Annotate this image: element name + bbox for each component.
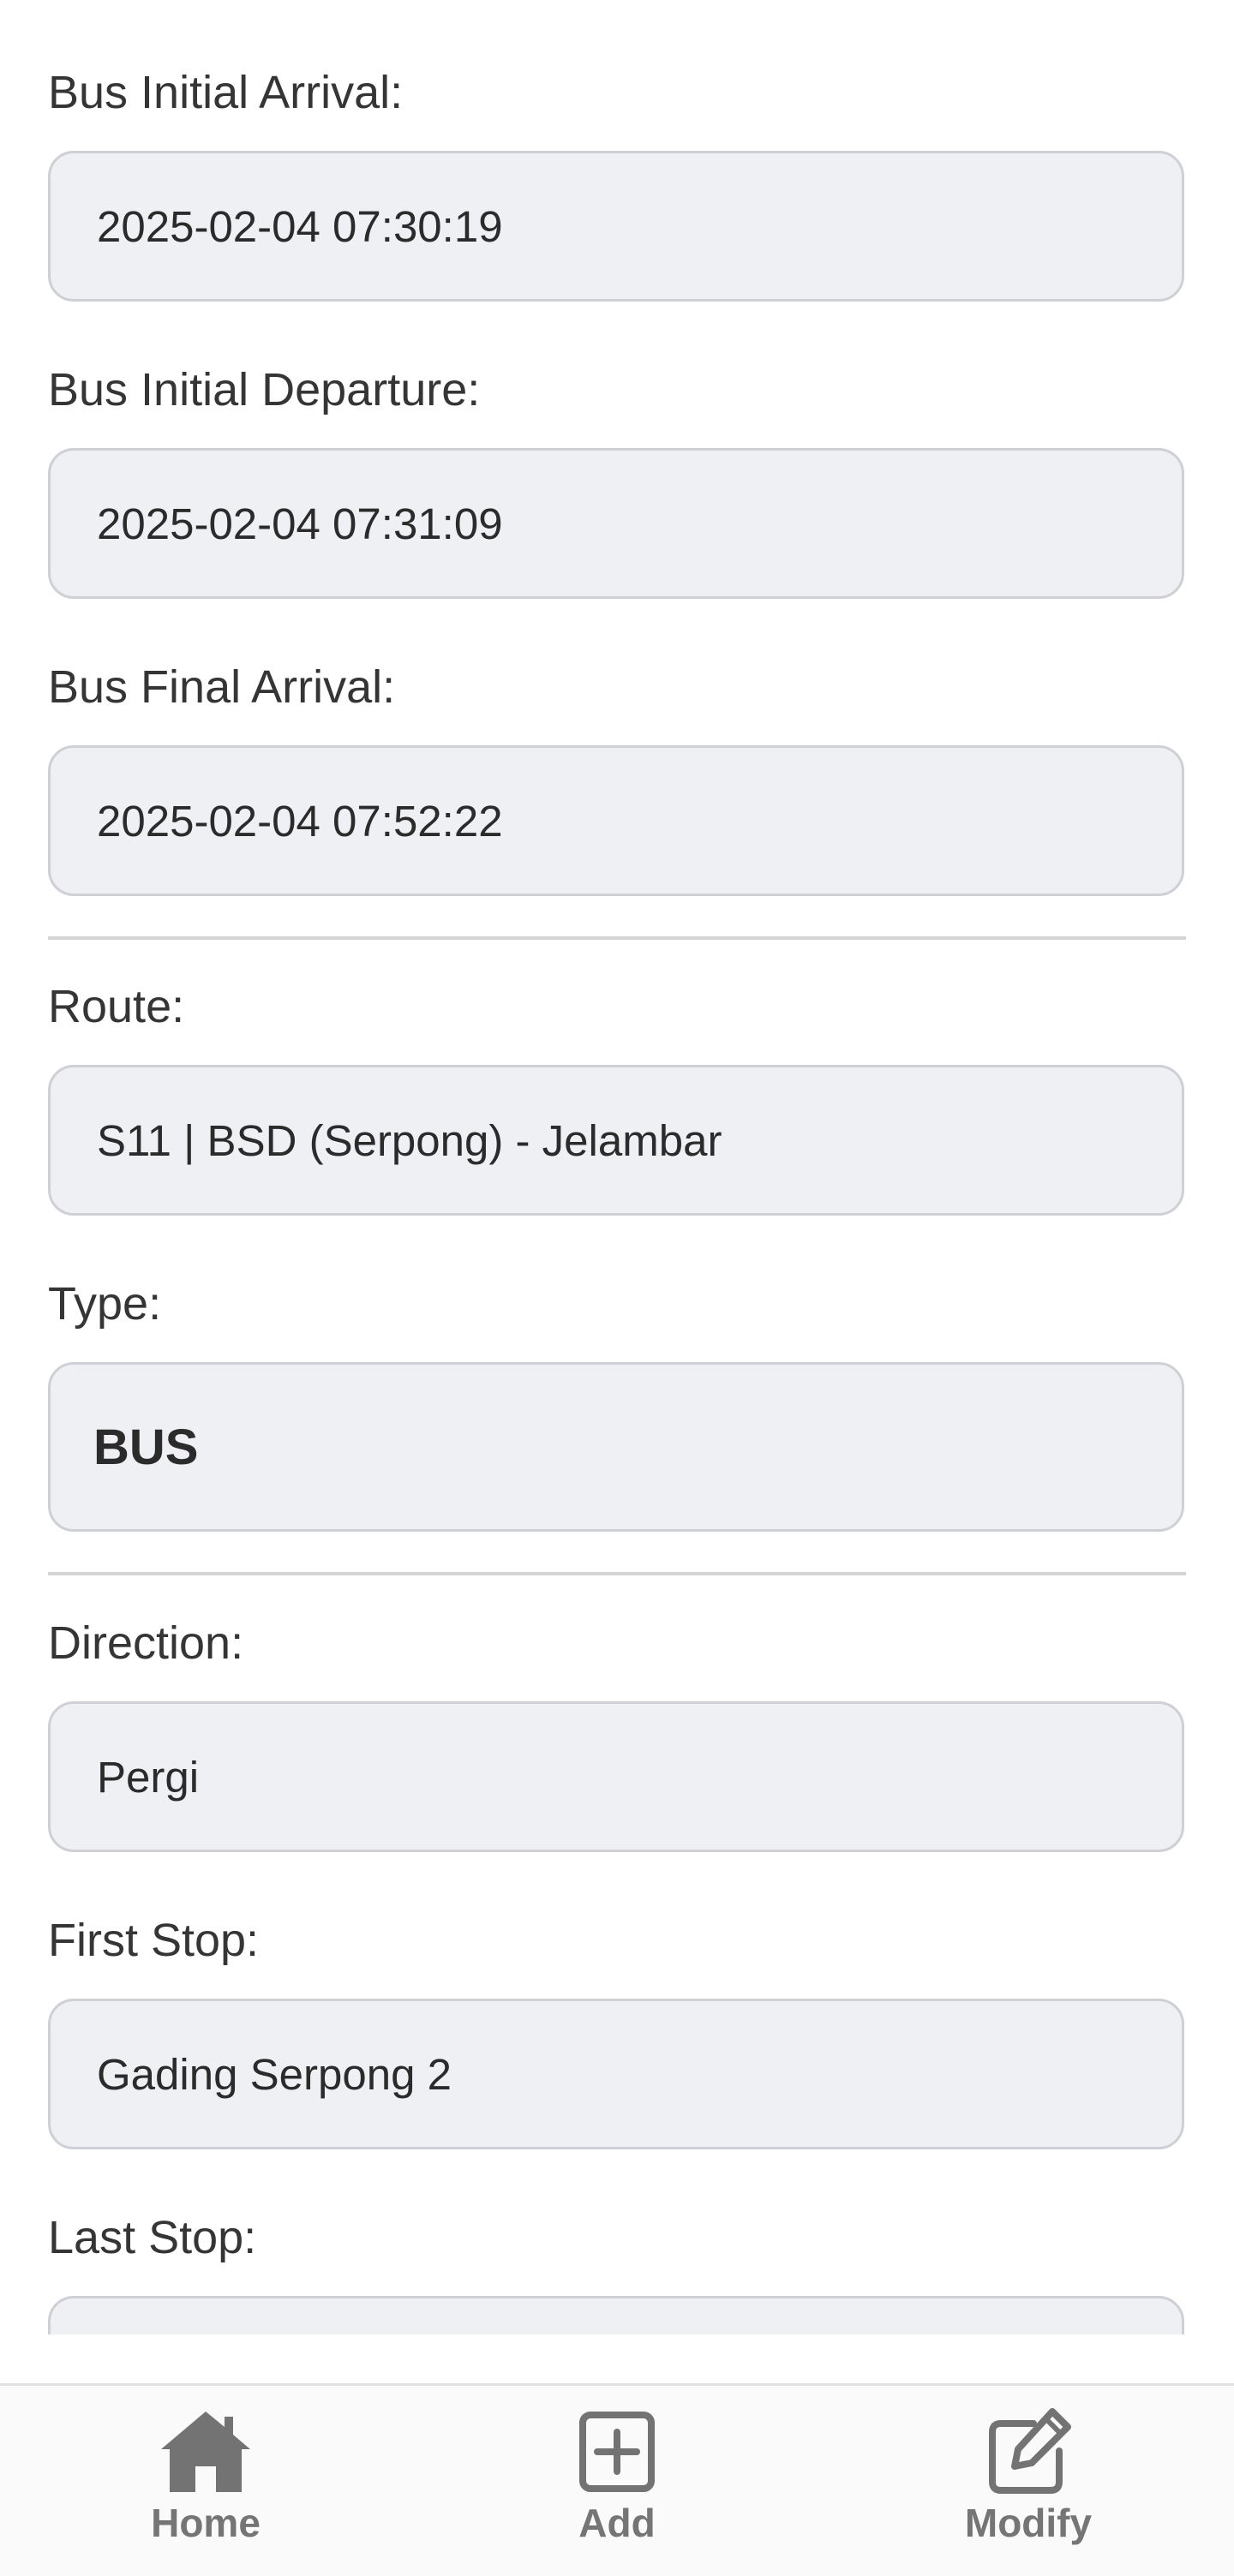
bus-final-arrival-label: Bus Final Arrival: <box>48 661 396 713</box>
direction-field[interactable]: Pergi <box>48 1701 1184 1852</box>
direction-label: Direction: <box>48 1617 244 1669</box>
nav-add-label: Add <box>578 2501 656 2545</box>
route-label: Route: <box>48 981 185 1032</box>
bus-initial-departure-field[interactable]: 2025-02-04 07:31:09 <box>48 448 1184 599</box>
form-scroll-area[interactable]: Bus Initial Arrival: 2025-02-04 07:30:19… <box>0 0 1234 2334</box>
add-square-icon <box>579 2412 655 2492</box>
first-stop-label: First Stop: <box>48 1915 260 1966</box>
bus-initial-arrival-field[interactable]: 2025-02-04 07:30:19 <box>48 151 1184 302</box>
last-stop-label: Last Stop: <box>48 2212 257 2263</box>
page: Bus Initial Arrival: 2025-02-04 07:30:19… <box>0 0 1234 2576</box>
type-label: Type: <box>48 1278 162 1330</box>
last-stop-field[interactable] <box>48 2296 1184 2334</box>
nav-home-label: Home <box>151 2501 261 2545</box>
first-stop-field[interactable]: Gading Serpong 2 <box>48 1999 1184 2149</box>
nav-modify[interactable]: Modify <box>900 2386 1157 2576</box>
section-divider <box>48 1572 1186 1575</box>
bus-initial-departure-label: Bus Initial Departure: <box>48 364 481 415</box>
bottom-navigation: Home Add Modify <box>0 2383 1234 2576</box>
edit-icon <box>989 2408 1071 2494</box>
nav-home[interactable]: Home <box>77 2386 334 2576</box>
nav-add[interactable]: Add <box>488 2386 746 2576</box>
nav-modify-label: Modify <box>964 2501 1093 2545</box>
type-field[interactable]: BUS <box>48 1362 1184 1532</box>
bus-final-arrival-field[interactable]: 2025-02-04 07:52:22 <box>48 745 1184 896</box>
section-divider <box>48 936 1186 940</box>
home-icon <box>161 2412 250 2492</box>
route-field[interactable]: S11 | BSD (Serpong) - Jelambar <box>48 1065 1184 1216</box>
bus-initial-arrival-label: Bus Initial Arrival: <box>48 67 404 118</box>
